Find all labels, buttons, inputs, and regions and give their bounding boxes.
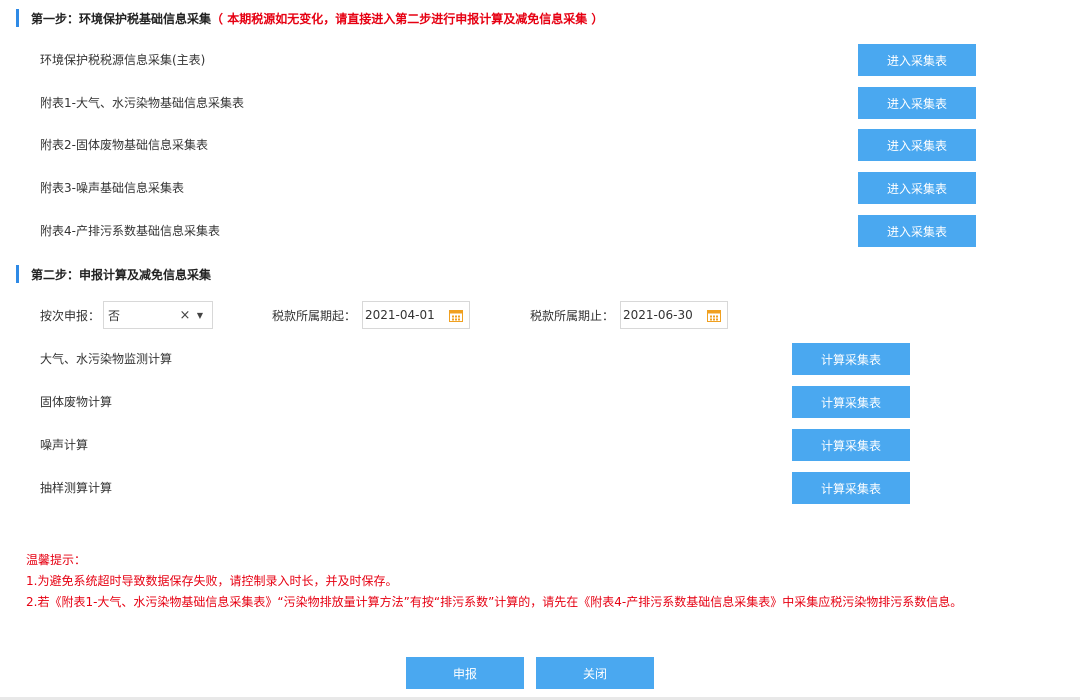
step1-row-label: 环境保护税税源信息采集(主表) <box>40 53 206 67</box>
calc-form-button[interactable]: 计算采集表 <box>792 472 910 504</box>
step2-row-label: 噪声计算 <box>40 438 89 452</box>
step1-note: （ 本期税源如无变化，请直接进入第二步进行申报计算及减免信息采集 ） <box>211 11 604 26</box>
section-marker <box>16 9 19 27</box>
per-time-value: 否 <box>108 308 121 323</box>
enter-form-button[interactable]: 进入采集表 <box>858 87 976 119</box>
period-end-value: 2021-06-30 <box>623 308 693 322</box>
calc-form-button[interactable]: 计算采集表 <box>792 343 910 375</box>
close-button[interactable]: 关闭 <box>536 657 654 689</box>
step1-header: 第一步：环境保护税基础信息采集 （ 本期税源如无变化，请直接进入第二步进行申报计… <box>16 8 603 28</box>
step1-title: 第一步：环境保护税基础信息采集 <box>31 11 212 26</box>
per-time-select[interactable]: 否 × ▼ <box>103 301 213 329</box>
calc-form-button[interactable]: 计算采集表 <box>792 429 910 461</box>
step1-row-label: 附表1-大气、水污染物基础信息采集表 <box>40 96 244 110</box>
tips-title: 温馨提示： <box>26 553 87 567</box>
period-end-input[interactable]: 2021-06-30 <box>620 301 728 329</box>
period-start-value: 2021-04-01 <box>365 308 435 322</box>
period-start-label: 税款所属期起： <box>272 309 357 323</box>
step2-title: 第二步：申报计算及减免信息采集 <box>31 267 212 282</box>
calc-form-button[interactable]: 计算采集表 <box>792 386 910 418</box>
step1-row-label: 附表2-固体废物基础信息采集表 <box>40 138 208 152</box>
step2-row-label: 固体废物计算 <box>40 395 113 409</box>
period-end-label: 税款所属期止： <box>530 309 615 323</box>
step1-row-label: 附表4-产排污系数基础信息采集表 <box>40 224 220 238</box>
close-icon[interactable]: × <box>178 308 192 323</box>
calendar-icon[interactable] <box>707 309 721 322</box>
tips-line-1: 1.为避免系统超时导致数据保存失败，请控制录入时长，并及时保存。 <box>26 574 398 588</box>
calendar-icon[interactable] <box>449 309 463 322</box>
period-start-input[interactable]: 2021-04-01 <box>362 301 470 329</box>
step2-row-label: 抽样测算计算 <box>40 481 113 495</box>
enter-form-button[interactable]: 进入采集表 <box>858 172 976 204</box>
submit-button[interactable]: 申报 <box>406 657 524 689</box>
enter-form-button[interactable]: 进入采集表 <box>858 129 976 161</box>
enter-form-button[interactable]: 进入采集表 <box>858 44 976 76</box>
enter-form-button[interactable]: 进入采集表 <box>858 215 976 247</box>
caret-down-icon[interactable]: ▼ <box>192 311 208 320</box>
step2-header: 第二步：申报计算及减免信息采集 <box>16 264 211 284</box>
section-marker <box>16 265 19 283</box>
step1-row-label: 附表3-噪声基础信息采集表 <box>40 181 184 195</box>
per-time-label: 按次申报： <box>40 309 101 323</box>
tips-line-2: 2.若《附表1-大气、水污染物基础信息采集表》“污染物排放量计算方法”有按“排污… <box>26 595 963 609</box>
step2-row-label: 大气、水污染物监测计算 <box>40 352 173 366</box>
